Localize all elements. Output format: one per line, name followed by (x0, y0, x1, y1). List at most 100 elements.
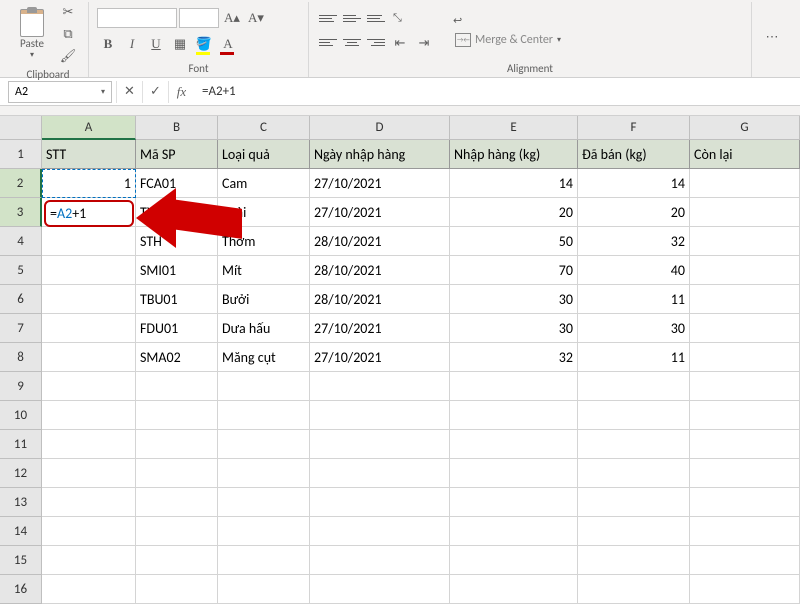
row-header-8[interactable]: 8 (0, 343, 42, 372)
cell-E9[interactable] (450, 372, 578, 401)
cell-F2[interactable]: 14 (578, 169, 690, 198)
cell-G8[interactable] (690, 343, 800, 372)
format-painter-button[interactable]: 🖌 (56, 46, 80, 66)
row-header-11[interactable]: 11 (0, 430, 42, 459)
col-header-D[interactable]: D (310, 116, 450, 140)
wrap-text-button[interactable]: ↩ (449, 14, 567, 27)
cell-G13[interactable] (690, 488, 800, 517)
cell-G14[interactable] (690, 517, 800, 546)
col-header-C[interactable]: C (218, 116, 310, 140)
cell-D13[interactable] (310, 488, 450, 517)
cell-F5[interactable]: 40 (578, 256, 690, 285)
cell-A14[interactable] (42, 517, 136, 546)
cell-C14[interactable] (218, 517, 310, 546)
name-box[interactable]: A2 ▾ (8, 81, 112, 103)
cell-F9[interactable] (578, 372, 690, 401)
cell-F6[interactable]: 11 (578, 285, 690, 314)
row-header-6[interactable]: 6 (0, 285, 42, 314)
increase-font-button[interactable]: A▴ (221, 7, 243, 29)
cell-B8[interactable]: SMA02 (136, 343, 218, 372)
cell-F10[interactable] (578, 401, 690, 430)
align-center-button[interactable] (341, 32, 363, 52)
cell-A4[interactable] (42, 227, 136, 256)
cell-G1[interactable]: Còn lại (690, 140, 800, 169)
decrease-indent-button[interactable]: ⇤ (389, 32, 411, 54)
row-header-13[interactable]: 13 (0, 488, 42, 517)
cell-C11[interactable] (218, 430, 310, 459)
cell-D9[interactable] (310, 372, 450, 401)
underline-button[interactable]: U (145, 33, 167, 55)
cell-E5[interactable]: 70 (450, 256, 578, 285)
cell-E3[interactable]: 20 (450, 198, 578, 227)
cell-F8[interactable]: 11 (578, 343, 690, 372)
font-family-select[interactable] (97, 8, 177, 28)
cell-G4[interactable] (690, 227, 800, 256)
cell-A15[interactable] (42, 546, 136, 575)
cell-E4[interactable]: 50 (450, 227, 578, 256)
cell-G6[interactable] (690, 285, 800, 314)
cell-G10[interactable] (690, 401, 800, 430)
cell-G3[interactable] (690, 198, 800, 227)
align-top-button[interactable] (317, 8, 339, 28)
cell-F1[interactable]: Đã bán (kg) (578, 140, 690, 169)
row-header-10[interactable]: 10 (0, 401, 42, 430)
cell-D10[interactable] (310, 401, 450, 430)
col-header-A[interactable]: A (42, 116, 136, 140)
row-header-12[interactable]: 12 (0, 459, 42, 488)
cell-G7[interactable] (690, 314, 800, 343)
merge-center-button[interactable]: Merge & Center ▾ (449, 31, 567, 49)
cell-D4[interactable]: 28/10/2021 (310, 227, 450, 256)
cell-B12[interactable] (136, 459, 218, 488)
cell-A2[interactable]: 1 (42, 169, 136, 198)
row-header-15[interactable]: 15 (0, 546, 42, 575)
cell-D3[interactable]: 27/10/2021 (310, 198, 450, 227)
cell-F13[interactable] (578, 488, 690, 517)
cell-E7[interactable]: 30 (450, 314, 578, 343)
number-format-button[interactable]: ⋯ (760, 28, 784, 48)
cell-A12[interactable] (42, 459, 136, 488)
cell-C5[interactable]: Mít (218, 256, 310, 285)
align-right-button[interactable] (365, 32, 387, 52)
cell-D15[interactable] (310, 546, 450, 575)
row-header-3[interactable]: 3 (0, 198, 42, 227)
cell-B1[interactable]: Mã SP (136, 140, 218, 169)
cell-F15[interactable] (578, 546, 690, 575)
cell-B9[interactable] (136, 372, 218, 401)
col-header-B[interactable]: B (136, 116, 218, 140)
cell-C12[interactable] (218, 459, 310, 488)
cell-B11[interactable] (136, 430, 218, 459)
row-header-7[interactable]: 7 (0, 314, 42, 343)
row-header-5[interactable]: 5 (0, 256, 42, 285)
cell-editor[interactable]: =A2+1 (44, 200, 134, 227)
cell-C15[interactable] (218, 546, 310, 575)
font-color-button[interactable]: A (217, 33, 239, 55)
cell-F14[interactable] (578, 517, 690, 546)
cell-B10[interactable] (136, 401, 218, 430)
col-header-E[interactable]: E (450, 116, 578, 140)
cell-A8[interactable] (42, 343, 136, 372)
cell-C10[interactable] (218, 401, 310, 430)
row-header-2[interactable]: 2 (0, 169, 42, 198)
row-header-1[interactable]: 1 (0, 140, 42, 169)
cell-G9[interactable] (690, 372, 800, 401)
cell-C7[interactable]: Dưa hấu (218, 314, 310, 343)
cell-E15[interactable] (450, 546, 578, 575)
cell-A10[interactable] (42, 401, 136, 430)
row-header-14[interactable]: 14 (0, 517, 42, 546)
cell-E10[interactable] (450, 401, 578, 430)
bold-button[interactable]: B (97, 33, 119, 55)
cell-C9[interactable] (218, 372, 310, 401)
cell-A13[interactable] (42, 488, 136, 517)
border-button[interactable]: ▦ (169, 33, 191, 55)
cell-B13[interactable] (136, 488, 218, 517)
cell-B7[interactable]: FDU01 (136, 314, 218, 343)
cell-E13[interactable] (450, 488, 578, 517)
cell-A9[interactable] (42, 372, 136, 401)
cell-E12[interactable] (450, 459, 578, 488)
cell-G2[interactable] (690, 169, 800, 198)
cell-E1[interactable]: Nhập hàng (kg) (450, 140, 578, 169)
cell-B15[interactable] (136, 546, 218, 575)
cell-G12[interactable] (690, 459, 800, 488)
cell-A1[interactable]: STT (42, 140, 136, 169)
cell-F7[interactable]: 30 (578, 314, 690, 343)
